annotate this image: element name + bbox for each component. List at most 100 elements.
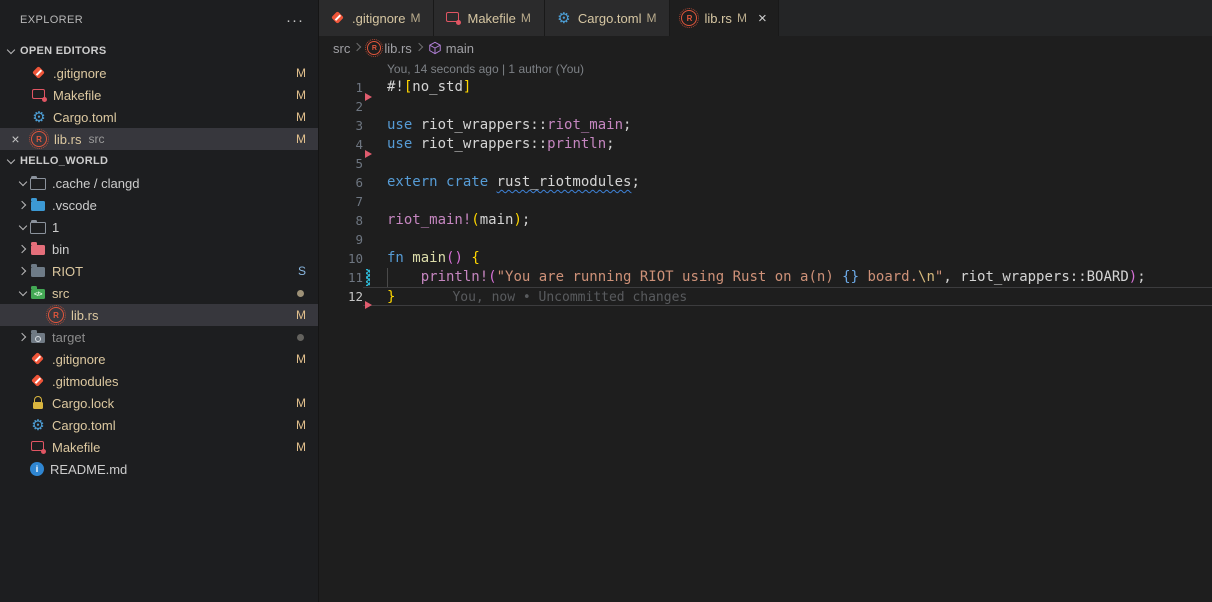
tree-item-RIOT[interactable]: RIOTS [0,260,318,282]
tree-item-1[interactable]: 1 [0,216,318,238]
code-token: board. [859,269,918,285]
git-status-badge: M [296,418,306,432]
code-line-4[interactable]: 4use riot_wrappers::println; [319,135,1212,154]
line-text: extern crate rust_riotmodules; [387,173,640,192]
folder-bin-icon [30,241,46,257]
code-token: no_std [412,79,463,95]
tab-Makefile[interactable]: MakefileM [434,0,544,36]
open-editor-Makefile[interactable]: MakefileM [0,84,318,106]
tree-item-.gitmodules[interactable]: .gitmodules [0,370,318,392]
code-token: ( [471,212,479,228]
tree-item-lib.rs[interactable]: Rlib.rsM [0,304,318,326]
file-name: bin [52,242,69,257]
git-modified-gutter-marker[interactable] [366,269,370,286]
chevron-down-icon[interactable] [16,286,30,300]
code-line-11[interactable]: 11 println!("You are running RIOT using … [319,268,1212,287]
line-number[interactable]: 6 [319,173,363,192]
code-line-1[interactable]: 1#![no_std] [319,78,1212,97]
line-text: riot_main!(main); [387,211,530,230]
makefile-icon [445,10,461,26]
code-lines: 1#![no_std]23 use riot_wrappers::riot_mai… [319,78,1212,306]
blame-annotation[interactable]: You, 14 seconds ago | 1 author (You) [387,60,1212,78]
line-number[interactable]: 1 [319,78,363,97]
explorer-title: EXPLORER [20,14,83,26]
chevron-right-icon[interactable] [16,198,30,212]
close-icon[interactable]: × [8,131,23,147]
close-icon[interactable]: × [758,10,767,27]
chevron-down-icon[interactable] [16,176,30,190]
tree-item-src[interactable]: </>src [0,282,318,304]
chevron-right-icon[interactable] [16,242,30,256]
tab-lib.rs[interactable]: Rlib.rsM× [670,0,778,36]
code-line-6[interactable]: 6 extern crate rust_riotmodules; [319,173,1212,192]
code-mark: </> [32,291,44,298]
git-deleted-gutter-marker[interactable] [365,150,372,158]
git-icon [30,373,46,389]
gutter-decorations [363,268,387,287]
git-deleted-gutter-marker[interactable] [365,93,372,101]
line-number[interactable]: 3 [319,116,363,135]
tree-item-.cache-clangd[interactable]: .cache / clangd [0,172,318,194]
tree-item-target[interactable]: target [0,326,318,348]
tree-item-.vscode[interactable]: .vscode [0,194,318,216]
git-icon [31,65,47,81]
gutter-decorations [363,211,387,230]
git-deleted-gutter-marker[interactable] [365,301,372,309]
chevron-right-icon[interactable] [16,264,30,278]
git-status-badge: M [296,308,306,322]
code-token: "You are running RIOT using Rust on a(n) [497,269,843,285]
tree-item-bin[interactable]: bin [0,238,318,260]
line-number[interactable]: 12 [319,287,363,306]
more-actions-icon[interactable]: ··· [286,12,304,29]
tree-item-Makefile[interactable]: MakefileM [0,436,318,458]
tree-item-.gitignore[interactable]: .gitignoreM [0,348,318,370]
tab-modified-badge: M [646,11,656,25]
line-number[interactable]: 7 [319,192,363,211]
line-number[interactable]: 9 [319,230,363,249]
code-line-10[interactable]: 10fn main() { [319,249,1212,268]
tree-item-README.md[interactable]: iREADME.md [0,458,318,480]
file-name: Makefile [52,440,100,455]
line-content: riot_main!(main); [363,211,1212,230]
tab-label: .gitignore [352,11,405,26]
line-number[interactable]: 2 [319,97,363,116]
line-number[interactable]: 8 [319,211,363,230]
git-status-badge: M [296,352,306,366]
gutter-decorations [363,288,387,305]
open-editors-header[interactable]: OPEN EDITORS [0,40,318,62]
chevron-right-icon[interactable] [16,330,30,344]
line-content: }You, now • Uncommitted changes [363,287,1212,306]
code-token: extern crate [387,174,497,190]
line-text: use riot_wrappers::riot_main; [387,116,631,135]
line-number[interactable]: 5 [319,154,363,173]
open-editor-.gitignore[interactable]: .gitignoreM [0,62,318,84]
code-line-3[interactable]: 3 use riot_wrappers::riot_main; [319,116,1212,135]
code-line-8[interactable]: 8 riot_main!(main); [319,211,1212,230]
code-token: main [412,250,446,266]
tab-.gitignore[interactable]: .gitignoreM [319,0,434,36]
line-content [363,230,1212,249]
open-editor-Cargo.toml[interactable]: ⚙Cargo.tomlM [0,106,318,128]
code-line-7[interactable]: 7 [319,192,1212,211]
rust-file-icon: R [367,41,381,55]
code-line-12[interactable]: 12}You, now • Uncommitted changes [319,287,1212,306]
chevron-down-icon[interactable] [16,220,30,234]
line-number[interactable]: 10 [319,249,363,268]
line-number[interactable]: 11 [319,268,363,287]
tab-Cargo.toml[interactable]: ⚙Cargo.tomlM [545,0,671,36]
tree-item-Cargo.toml[interactable]: ⚙Cargo.tomlM [0,414,318,436]
breadcrumb-symbol[interactable]: main [446,41,474,56]
line-number[interactable]: 4 [319,135,363,154]
breadcrumb-file[interactable]: lib.rs [384,41,411,56]
open-editor-lib.rs[interactable]: ×Rlib.rssrcM [0,128,318,150]
indent-guide [387,268,388,287]
tree-item-Cargo.lock[interactable]: Cargo.lockM [0,392,318,414]
breadcrumb-src[interactable]: src [333,41,350,56]
code-line-2[interactable]: 2 [319,97,1212,116]
workspace-root-header[interactable]: HELLO_WORLD [0,150,318,172]
code-line-9[interactable]: 9 [319,230,1212,249]
chevron-down-icon [4,154,18,168]
gear-icon: ⚙ [30,417,46,433]
git-icon [30,351,46,367]
code-line-5[interactable]: 5 [319,154,1212,173]
